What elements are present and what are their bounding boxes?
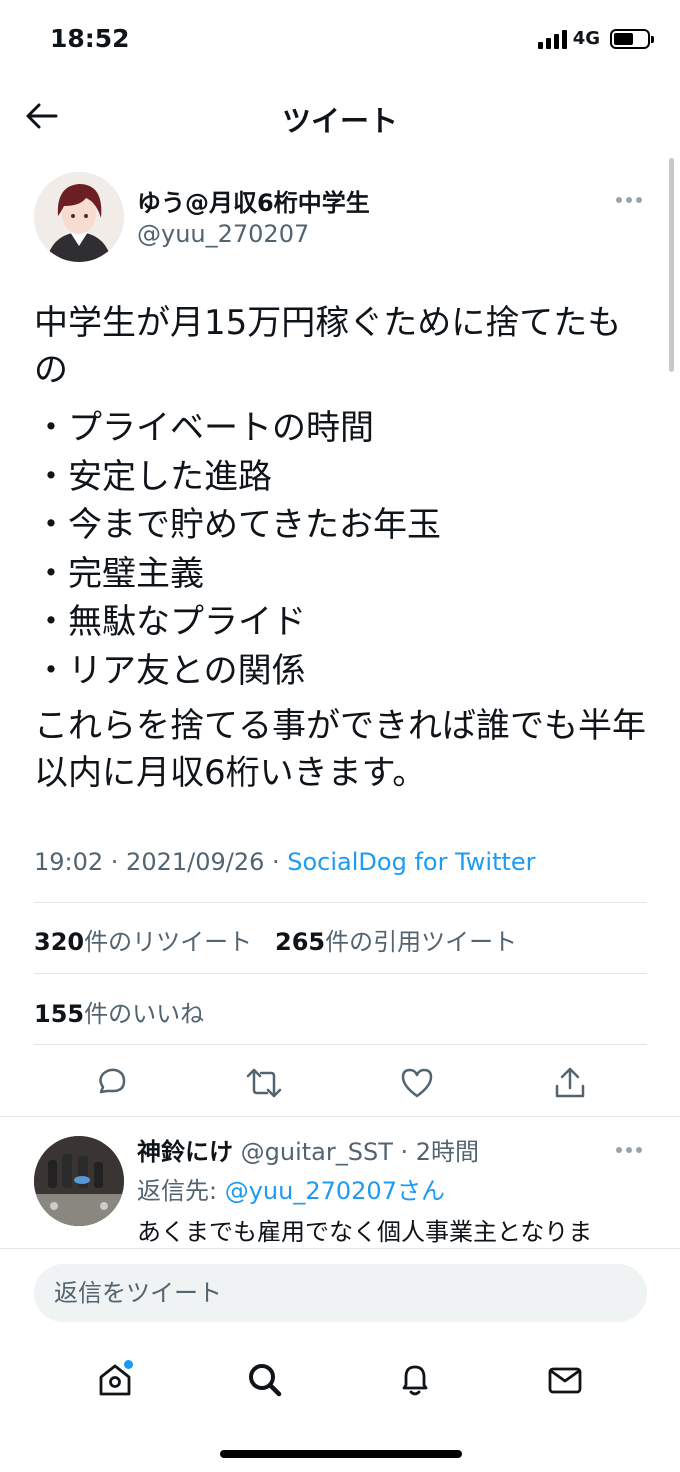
likes-label: 件のいいね [84,1000,205,1028]
author-avatar[interactable] [34,172,124,262]
like-icon [401,1068,433,1098]
divider [0,1116,680,1117]
retweets-stat[interactable]: 320件のリツイート [34,928,252,956]
list-item: ・プライベートの時間 [34,408,374,448]
reply-age: · 2時間 [392,1138,480,1166]
divider [34,1044,647,1045]
reply-author-name[interactable]: 神鈴にけ [137,1138,233,1166]
reply-composer[interactable] [34,1264,647,1322]
tweet-outro: これらを捨てる事ができれば誰でも半年以内に月収6桁いきます。 [34,706,646,793]
notifications-icon [402,1365,428,1396]
reply-button[interactable] [91,1063,131,1103]
list-item: ・完璧主義 [34,553,204,594]
status-time: 18:52 [50,24,130,53]
tweet-source-link[interactable]: SocialDog for Twitter [287,848,535,876]
tab-notifications[interactable] [389,1354,441,1406]
battery-icon [610,28,654,49]
author-handle[interactable]: @yuu_270207 [137,220,309,248]
reply-text[interactable]: あくまでも雇用でなく個人事業主となりま [137,1212,657,1248]
retweet-button[interactable] [244,1063,284,1103]
share-icon [556,1067,585,1098]
reply-to-label: 返信先: [137,1177,225,1205]
home-indicator[interactable] [220,1450,462,1458]
list-item: ・安定した進路 [34,456,272,497]
scrollbar[interactable] [669,158,674,372]
reply-to-handle-link[interactable]: @yuu_270207さん [225,1177,445,1205]
avatar-illustration [34,172,124,262]
messages-icon [548,1367,582,1394]
divider [34,902,647,903]
likes-count: 155 [34,1000,85,1028]
reply-to: 返信先: @yuu_270207さん [137,1171,445,1206]
reply-author-handle[interactable]: @guitar_SST [233,1138,393,1166]
signal-icon [537,29,567,49]
likes-stat[interactable]: 155件のいいね [34,994,204,1029]
tab-search[interactable] [239,1354,291,1406]
list-item: ・無駄なプライド [34,602,306,642]
retweets-count: 320 [34,928,85,956]
tab-bar [0,1340,680,1420]
page-title: ツイート [281,104,398,138]
reply-more-options-icon[interactable] [616,1142,646,1158]
reply-avatar[interactable] [34,1136,124,1226]
share-button[interactable] [550,1063,590,1103]
tab-messages[interactable] [539,1354,591,1406]
retweet-quote-stats: 320件のリツイート 265件の引用ツイート [34,922,517,957]
tweet-actions [34,1060,647,1106]
status-bar: 18:52 4G [0,0,680,82]
battery-level [614,32,634,45]
retweets-label: 件のリツイート [84,928,253,956]
status-indicators: 4G [537,28,654,49]
like-button[interactable] [397,1063,437,1103]
quotes-label: 件の引用ツイート [325,928,518,956]
divider [34,973,647,974]
tweet-text: 中学生が月15万円稼ぐために捨てたもの ・プライベートの時間 ・安定した進路 ・… [34,300,654,797]
new-content-dot [124,1360,133,1369]
tweet-timestamp: 19:02 · 2021/09/26 · [34,848,288,876]
tweet-list: ・プライベートの時間 ・安定した進路 ・今まで貯めてきたお年玉 ・完璧主義 ・無… [34,404,654,695]
retweet-icon [246,1068,282,1098]
tweet-meta: 19:02 · 2021/09/26 · SocialDog for Twitt… [34,848,536,876]
tweet-intro: 中学生が月15万円稼ぐために捨てたもの [34,303,622,390]
search-icon [249,1364,282,1397]
list-item: ・リア友との関係 [34,650,306,691]
reply-header: 神鈴にけ @guitar_SST · 2時間 [137,1132,479,1167]
quotes-stat[interactable]: 265件の引用ツイート [275,928,517,956]
network-label: 4G [572,28,600,49]
more-options-icon[interactable] [616,192,646,208]
reply-input[interactable] [54,1264,614,1322]
author-name[interactable]: ゆう@月収6桁中学生 [137,183,370,218]
reply-avatar-image [34,1136,124,1226]
tab-home[interactable] [89,1354,141,1406]
quotes-count: 265 [275,928,326,956]
reply-icon [98,1068,125,1094]
header: ツイート [0,82,680,150]
list-item: ・今まで貯めてきたお年玉 [34,505,441,545]
